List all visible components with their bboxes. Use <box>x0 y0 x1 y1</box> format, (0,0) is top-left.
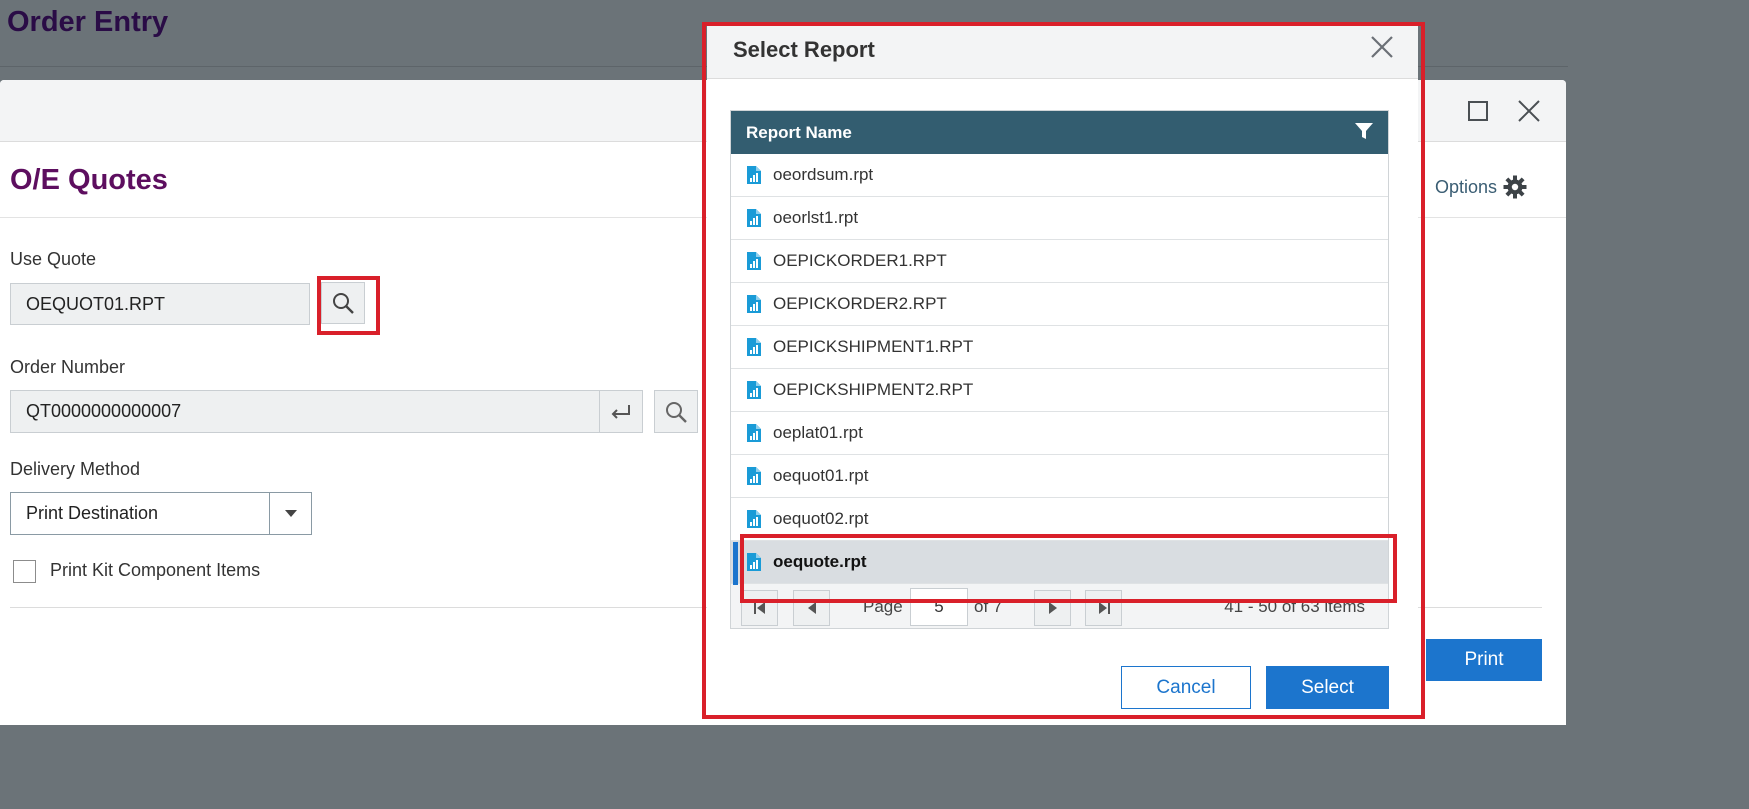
page-title: O/E Quotes <box>10 164 168 196</box>
print-kit-label: Print Kit Component Items <box>50 560 261 580</box>
report-row[interactable]: OEPICKSHIPMENT2.RPT <box>731 369 1388 412</box>
report-list: oeordsum.rpt oeorlst1.rpt OEPICKORDER1.RPT… <box>731 154 1388 584</box>
options-button[interactable]: Options <box>1435 175 1527 199</box>
selection-indicator <box>733 542 738 585</box>
delivery-method-select[interactable]: Print Destination <box>10 492 312 535</box>
close-icon[interactable] <box>1369 34 1395 60</box>
report-row[interactable]: oequot02.rpt <box>731 498 1388 541</box>
dialog-title: Select Report <box>733 37 875 62</box>
page-total-label: of 7 <box>974 597 1003 616</box>
print-button[interactable]: Print <box>1426 639 1542 681</box>
order-number-label: Order Number <box>10 357 126 377</box>
gear-icon <box>1503 175 1527 199</box>
use-quote-search-button[interactable] <box>321 282 365 324</box>
first-page-icon <box>753 602 765 614</box>
order-number-enter-button[interactable] <box>599 390 643 433</box>
report-name: OEPICKSHIPMENT1.RPT <box>773 337 974 356</box>
report-file-icon <box>746 208 766 228</box>
report-file-icon <box>746 509 766 529</box>
report-file-icon <box>746 337 766 357</box>
report-row[interactable]: oeordsum.rpt <box>731 154 1388 197</box>
previous-page-button[interactable] <box>793 590 830 626</box>
use-quote-label: Use Quote <box>10 249 97 269</box>
chevron-right-icon <box>1048 602 1057 614</box>
report-name: oequot01.rpt <box>773 466 869 485</box>
app-title: Order Entry <box>7 6 169 38</box>
report-row[interactable]: OEPICKORDER2.RPT <box>731 283 1388 326</box>
order-number-search-button[interactable] <box>654 390 698 433</box>
report-row[interactable]: oequote.rpt <box>731 541 1388 584</box>
select-button[interactable]: Select <box>1266 666 1389 709</box>
report-name: OEPICKSHIPMENT2.RPT <box>773 380 974 399</box>
last-page-button[interactable] <box>1085 590 1122 626</box>
report-file-icon <box>746 552 766 572</box>
report-name: oeorlst1.rpt <box>773 208 859 227</box>
search-icon <box>333 293 354 314</box>
select-report-dialog: Select Report Report Name oeordsum.rpt oe… <box>707 26 1418 725</box>
report-row[interactable]: oeplat01.rpt <box>731 412 1388 455</box>
report-name: OEPICKORDER1.RPT <box>773 251 947 270</box>
report-file-icon <box>746 251 766 271</box>
column-header-label: Report Name <box>746 122 852 142</box>
use-quote-field[interactable]: OEQUOT01.RPT <box>10 283 310 325</box>
column-header[interactable]: Report Name <box>731 111 1388 154</box>
cancel-button[interactable]: Cancel <box>1121 666 1251 709</box>
report-grid: Report Name oeordsum.rpt oeorlst1.rpt OEPI… <box>730 110 1389 629</box>
next-page-button[interactable] <box>1034 590 1071 626</box>
report-row[interactable]: OEPICKORDER1.RPT <box>731 240 1388 283</box>
first-page-button[interactable] <box>741 590 778 626</box>
print-kit-checkbox[interactable] <box>13 560 36 583</box>
report-file-icon <box>746 165 766 185</box>
last-page-icon <box>1098 602 1110 614</box>
report-name: oequot02.rpt <box>773 509 869 528</box>
report-name: OEPICKORDER2.RPT <box>773 294 947 313</box>
report-row[interactable]: OEPICKSHIPMENT1.RPT <box>731 326 1388 369</box>
report-row[interactable]: oeorlst1.rpt <box>731 197 1388 240</box>
page-number-input[interactable] <box>910 588 968 626</box>
items-summary: 41 - 50 of 63 items <box>1224 597 1365 616</box>
dialog-header: Select Report <box>707 26 1418 79</box>
report-file-icon <box>746 423 766 443</box>
options-label: Options <box>1435 176 1498 197</box>
report-file-icon <box>746 380 766 400</box>
report-name: oeordsum.rpt <box>773 165 874 184</box>
report-name: oeplat01.rpt <box>773 423 863 442</box>
page-label: Page <box>863 597 903 616</box>
report-name: oequote.rpt <box>773 552 867 571</box>
delivery-method-label: Delivery Method <box>10 459 141 479</box>
chevron-left-icon <box>807 602 816 614</box>
report-file-icon <box>746 294 766 314</box>
chevron-down-icon <box>284 509 297 517</box>
report-row[interactable]: oequot01.rpt <box>731 455 1388 498</box>
maximize-icon[interactable] <box>1465 98 1491 124</box>
order-number-field[interactable]: QT0000000000007 <box>10 390 600 433</box>
delivery-method-value: Print Destination <box>26 503 159 523</box>
pager: Page of 7 41 - 50 of 63 items <box>731 584 1388 628</box>
dropdown-button[interactable] <box>269 493 311 534</box>
enter-icon <box>611 404 630 419</box>
report-file-icon <box>746 466 766 486</box>
filter-icon[interactable] <box>1354 121 1374 141</box>
search-icon <box>666 401 687 423</box>
close-window-icon[interactable] <box>1516 98 1542 124</box>
